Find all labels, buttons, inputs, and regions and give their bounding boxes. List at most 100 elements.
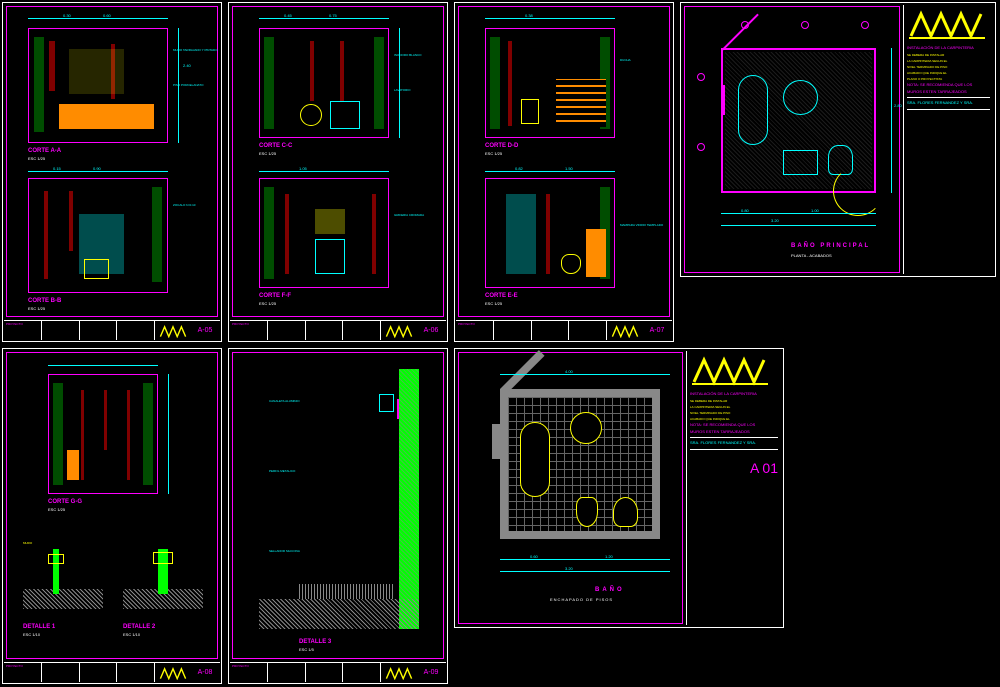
tb-line: ACABADO QUE INDIQUE EL bbox=[690, 417, 778, 421]
tb-cell bbox=[306, 663, 344, 682]
mw-logo-icon bbox=[611, 324, 639, 338]
tb-project: PROYECTO bbox=[4, 321, 42, 340]
section-title: CORTE F-F bbox=[259, 293, 291, 299]
tb-line: NOTA: SE RECOMIENDA QUE LOS bbox=[907, 83, 990, 88]
note: SELLADOR SILICONA bbox=[269, 549, 300, 553]
dim-label: 3.20 bbox=[771, 218, 779, 223]
tb-line: NOTA: SE RECOMIENDA QUE LOS bbox=[690, 423, 778, 428]
big-title-block: INSTALACIÓN DE LA CARPINTERIA SE DEBERA … bbox=[903, 5, 993, 274]
logo-cell bbox=[381, 663, 416, 682]
title-block: PROYECTO A-05 bbox=[4, 320, 220, 340]
logo-cell bbox=[155, 663, 190, 682]
sheet-number: A-08 bbox=[190, 663, 220, 682]
dim-label: 3.20 bbox=[565, 566, 573, 571]
tb-line: INSTALACIÓN DE LA CARPINTERIA bbox=[907, 46, 990, 51]
section-title: CORTE D-D bbox=[485, 143, 518, 149]
mw-logo-icon bbox=[159, 324, 187, 338]
detail-3 bbox=[259, 369, 419, 629]
plan-title: BAÑO PRINCIPAL bbox=[791, 243, 870, 249]
mw-logo-icon bbox=[690, 354, 770, 386]
dim-label: 2.80 bbox=[894, 103, 902, 108]
tb-line: SE DEBERA DE INSTALAR bbox=[690, 399, 778, 403]
title-block: PROYECTO A-08 bbox=[4, 662, 220, 682]
detail-scale: ESC 1/5 bbox=[299, 647, 314, 652]
sheet-a09: CANALETA ALUMINIO PERFIL METALICO SELLAD… bbox=[228, 348, 448, 684]
sheet-a07: 0.38 DUCHA CORTE D-D ESC 1/25 0.82 1.50 … bbox=[454, 2, 674, 342]
dim-label: 0.38 bbox=[525, 13, 533, 18]
section-scale: ESC 1/25 bbox=[485, 301, 502, 306]
dim-label: 0.82 bbox=[515, 166, 523, 171]
section-scale: ESC 1/25 bbox=[28, 306, 45, 311]
drawing-corte-bb bbox=[28, 178, 168, 293]
note: DUCHA bbox=[620, 58, 631, 62]
tb-line: MUROS ESTEN TARRAJEADOS bbox=[690, 430, 778, 435]
dim-label: 1.05 bbox=[299, 166, 307, 171]
tb-project: PROYECTO bbox=[4, 663, 42, 682]
tb-cell bbox=[343, 663, 381, 682]
tb-line: SE DEBERA DE INSTALAR bbox=[907, 53, 990, 57]
dim-label: 0.15 bbox=[53, 166, 61, 171]
sheet-number: A-06 bbox=[416, 321, 446, 340]
bathroom-tile-plan bbox=[500, 389, 660, 539]
tb-cell bbox=[117, 663, 155, 682]
plan-subtitle: ENCHAPADO DE PISOS bbox=[550, 597, 613, 602]
tb-project: PROYECTO bbox=[230, 663, 268, 682]
tb-line: ACABADO QUE INDIQUE EL bbox=[907, 71, 990, 75]
drawing-corte-ee bbox=[485, 178, 615, 288]
tb-cell bbox=[569, 321, 607, 340]
dim-label: 0.60 bbox=[530, 554, 538, 559]
sheet-a08: CORTE G-G ESC 1/25 MURO DETALLE 1 ESC 1/… bbox=[2, 348, 222, 684]
detail-title: DETALLE 3 bbox=[299, 639, 331, 645]
dim-label: 0.30 bbox=[63, 13, 71, 18]
mw-logo-icon bbox=[159, 666, 187, 680]
sheet-number: A-05 bbox=[190, 321, 220, 340]
dim-label: 1.20 bbox=[605, 554, 613, 559]
logo-cell bbox=[381, 321, 416, 340]
logo-cell bbox=[607, 321, 642, 340]
mw-logo-icon bbox=[385, 324, 413, 338]
drawing-corte-gg bbox=[48, 374, 158, 494]
dim-label: 0.80 bbox=[741, 208, 749, 213]
sheet-plan-principal: 3.20 0.80 1.00 2.80 BAÑO PRINCIPAL PLANT… bbox=[680, 2, 996, 277]
tb-cell bbox=[42, 321, 80, 340]
detail-scale: ESC 1/10 bbox=[23, 632, 40, 637]
tb-project: PROYECTO bbox=[456, 321, 494, 340]
dim-label: 4.00 bbox=[565, 369, 573, 374]
big-title-block: INSTALACIÓN DE LA CARPINTERIA SE DEBERA … bbox=[686, 351, 781, 625]
tb-cell bbox=[80, 321, 118, 340]
tb-line: PLANO O PROYECTISTA bbox=[907, 77, 990, 81]
note: MAMPARA VIDRIO TEMPLADO bbox=[620, 223, 663, 227]
sheet-number: A-09 bbox=[416, 663, 446, 682]
section-title: CORTE A-A bbox=[28, 148, 61, 154]
note: PERFIL METALICO bbox=[269, 469, 295, 473]
note: PISO PORCELANATO bbox=[173, 83, 203, 87]
detail-title: DETALLE 1 bbox=[23, 624, 55, 630]
section-scale: ESC 1/25 bbox=[259, 301, 276, 306]
section-scale: ESC 1/25 bbox=[48, 507, 65, 512]
detail-scale: ESC 1/10 bbox=[123, 632, 140, 637]
detail-title: DETALLE 2 bbox=[123, 624, 155, 630]
mw-logo-icon bbox=[907, 8, 987, 40]
drawing-corte-aa bbox=[28, 28, 168, 143]
section-scale: ESC 1/25 bbox=[28, 156, 45, 161]
tb-cell bbox=[268, 663, 306, 682]
section-title: CORTE G-G bbox=[48, 499, 82, 505]
dim-label: 1.00 bbox=[811, 208, 819, 213]
mw-logo-icon bbox=[385, 666, 413, 680]
dim-label: 0.60 bbox=[103, 13, 111, 18]
tb-cell bbox=[343, 321, 381, 340]
sheet-number: A-07 bbox=[642, 321, 672, 340]
tb-cell bbox=[42, 663, 80, 682]
drawing-corte-ff bbox=[259, 178, 389, 288]
detail-1: MURO bbox=[23, 549, 103, 619]
sheet-a05: 0.30 0.60 2.40 MURO TARRAJADO Y PINTADO … bbox=[2, 2, 222, 342]
tb-line: LA CARPINTERIA SEGUN EL bbox=[690, 405, 778, 409]
tb-cell bbox=[494, 321, 532, 340]
title-block: PROYECTO A-09 bbox=[230, 662, 446, 682]
logo-cell bbox=[155, 321, 190, 340]
section-scale: ESC 1/25 bbox=[259, 151, 276, 156]
dim-label: 0.45 bbox=[284, 13, 292, 18]
tb-cell bbox=[532, 321, 570, 340]
sheet-number: A 01 bbox=[690, 460, 778, 476]
plan-subtitle: PLANTA - ACABADOS bbox=[791, 253, 832, 258]
